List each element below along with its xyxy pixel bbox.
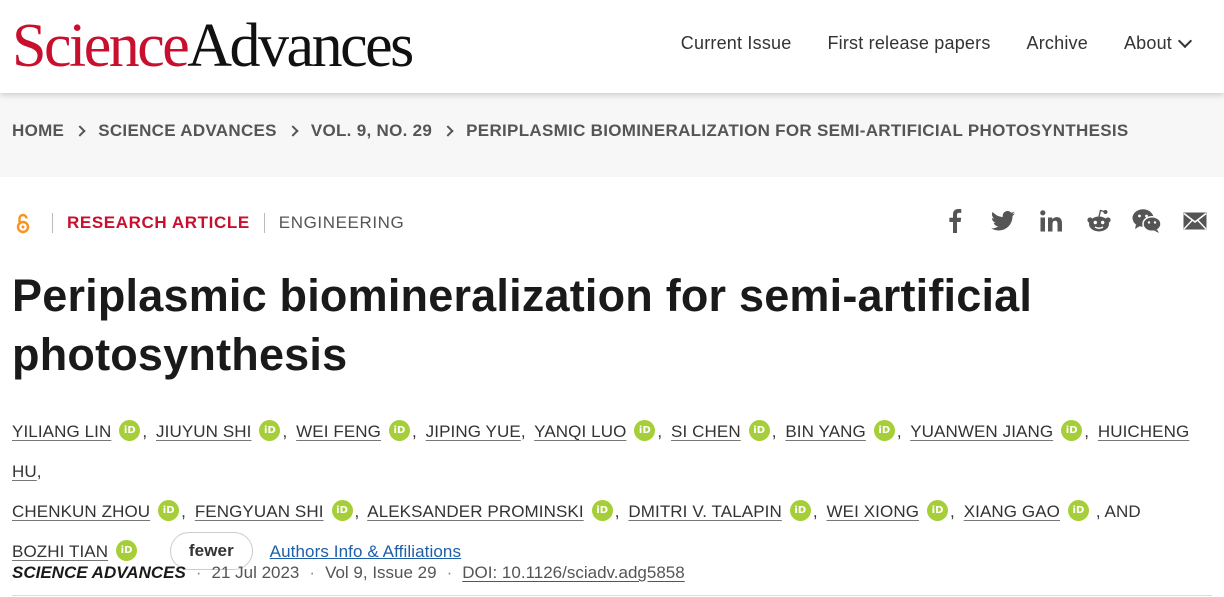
- orcid-icon[interactable]: iD: [634, 420, 656, 442]
- author-name[interactable]: YUANWEN JIANG: [910, 422, 1053, 441]
- orcid-icon[interactable]: iD: [748, 420, 770, 442]
- author-name[interactable]: YANQI LUO: [534, 422, 626, 441]
- author-list: YILIANG LIN iD, JIUYUN SHI iD, WEI FENG iD,…: [12, 412, 1212, 572]
- divider: [263, 213, 265, 233]
- orcid-icon[interactable]: iD: [1061, 420, 1083, 442]
- author-name[interactable]: WEI FENG: [296, 422, 381, 441]
- author-name[interactable]: DMITRI V. TALAPIN: [628, 502, 781, 521]
- orcid-icon[interactable]: iD: [119, 420, 141, 442]
- orcid-icon[interactable]: iD: [116, 540, 138, 562]
- nav-first-release-papers[interactable]: First release papers: [827, 33, 990, 54]
- chevron-down-icon: [1177, 33, 1193, 48]
- open-access-icon: [16, 213, 30, 234]
- twitter-icon[interactable]: [988, 206, 1018, 236]
- author-name[interactable]: BIN YANG: [785, 422, 865, 441]
- chevron-right-icon: [74, 125, 86, 137]
- site-header: ScienceAdvances Current Issue First rele…: [0, 0, 1224, 93]
- author-name[interactable]: JIPING YUE: [426, 422, 521, 441]
- breadcrumb-volume[interactable]: VOL. 9, NO. 29: [311, 121, 432, 141]
- breadcrumb: HOME SCIENCE ADVANCES VOL. 9, NO. 29 PER…: [12, 121, 1129, 141]
- author-name[interactable]: SI CHEN: [671, 422, 741, 441]
- separator-dot: ·: [446, 563, 453, 582]
- email-icon[interactable]: [1180, 206, 1210, 236]
- doi-link[interactable]: DOI: 10.1126/sciadv.adg5858: [462, 563, 684, 583]
- article-type: RESEARCH ARTICLE: [67, 213, 250, 232]
- breadcrumb-home[interactable]: HOME: [12, 121, 64, 141]
- article-subject[interactable]: ENGINEERING: [279, 213, 405, 233]
- share-bar: [940, 206, 1210, 236]
- nav-archive[interactable]: Archive: [1027, 33, 1088, 54]
- breadcrumb-science-advances[interactable]: SCIENCE ADVANCES: [98, 121, 277, 141]
- nav-about[interactable]: About: [1123, 33, 1193, 54]
- volume-issue[interactable]: Vol 9, Issue 29: [325, 563, 437, 583]
- orcid-icon[interactable]: iD: [591, 500, 613, 522]
- orcid-icon[interactable]: iD: [331, 500, 353, 522]
- author-name[interactable]: FENGYUAN SHI: [195, 502, 324, 521]
- citation-info: SCIENCE ADVANCES · 21 Jul 2023 · Vol 9, …: [12, 563, 685, 583]
- divider: [52, 213, 53, 233]
- author-name[interactable]: XIANG GAO: [964, 502, 1060, 521]
- logo-advances: Advances: [187, 12, 414, 80]
- science-advances-logo[interactable]: ScienceAdvances: [12, 10, 414, 82]
- authors-info-affiliations-link[interactable]: Authors Info & Affiliations: [270, 542, 461, 561]
- linkedin-icon[interactable]: [1036, 206, 1066, 236]
- article-meta: RESEARCH ARTICLE ENGINEERING: [12, 212, 404, 234]
- orcid-icon[interactable]: iD: [927, 500, 949, 522]
- reddit-icon[interactable]: [1084, 206, 1114, 236]
- orcid-icon[interactable]: iD: [789, 500, 811, 522]
- orcid-icon[interactable]: iD: [389, 420, 410, 442]
- author-name[interactable]: WEI XIONG: [827, 502, 920, 521]
- separator-dot: ·: [195, 563, 202, 582]
- author-name[interactable]: ALEKSANDER PROMINSKI: [367, 502, 583, 521]
- breadcrumb-current: PERIPLASMIC BIOMINERALIZATION FOR SEMI-A…: [466, 121, 1129, 140]
- orcid-icon[interactable]: iD: [259, 420, 281, 442]
- author-name[interactable]: BOZHI TIAN: [12, 542, 108, 561]
- facebook-icon[interactable]: [940, 206, 970, 236]
- author-name[interactable]: CHENKUN ZHOU: [12, 502, 150, 521]
- orcid-icon[interactable]: iD: [873, 420, 895, 442]
- nav-current-issue[interactable]: Current Issue: [681, 33, 792, 54]
- author-name[interactable]: JIUYUN SHI: [156, 422, 251, 441]
- separator-dot: ·: [309, 563, 316, 582]
- wechat-icon[interactable]: [1132, 206, 1162, 236]
- orcid-icon[interactable]: iD: [158, 500, 180, 522]
- divider-line: [12, 595, 1212, 596]
- top-navigation: Current Issue First release papers Archi…: [681, 33, 1193, 54]
- journal-name[interactable]: SCIENCE ADVANCES: [12, 563, 186, 583]
- chevron-right-icon: [442, 125, 454, 137]
- breadcrumb-band: HOME SCIENCE ADVANCES VOL. 9, NO. 29 PER…: [0, 93, 1224, 177]
- orcid-icon[interactable]: iD: [1068, 500, 1089, 522]
- chevron-right-icon: [287, 125, 299, 137]
- author-name[interactable]: YILIANG LIN: [12, 422, 111, 441]
- and-separator: , AND: [1095, 502, 1141, 521]
- logo-science: Science: [12, 12, 190, 80]
- article-title: Periplasmic biomineralization for semi-a…: [12, 270, 1033, 380]
- nav-about-label: About: [1123, 33, 1172, 53]
- publication-date: 21 Jul 2023: [211, 563, 300, 582]
